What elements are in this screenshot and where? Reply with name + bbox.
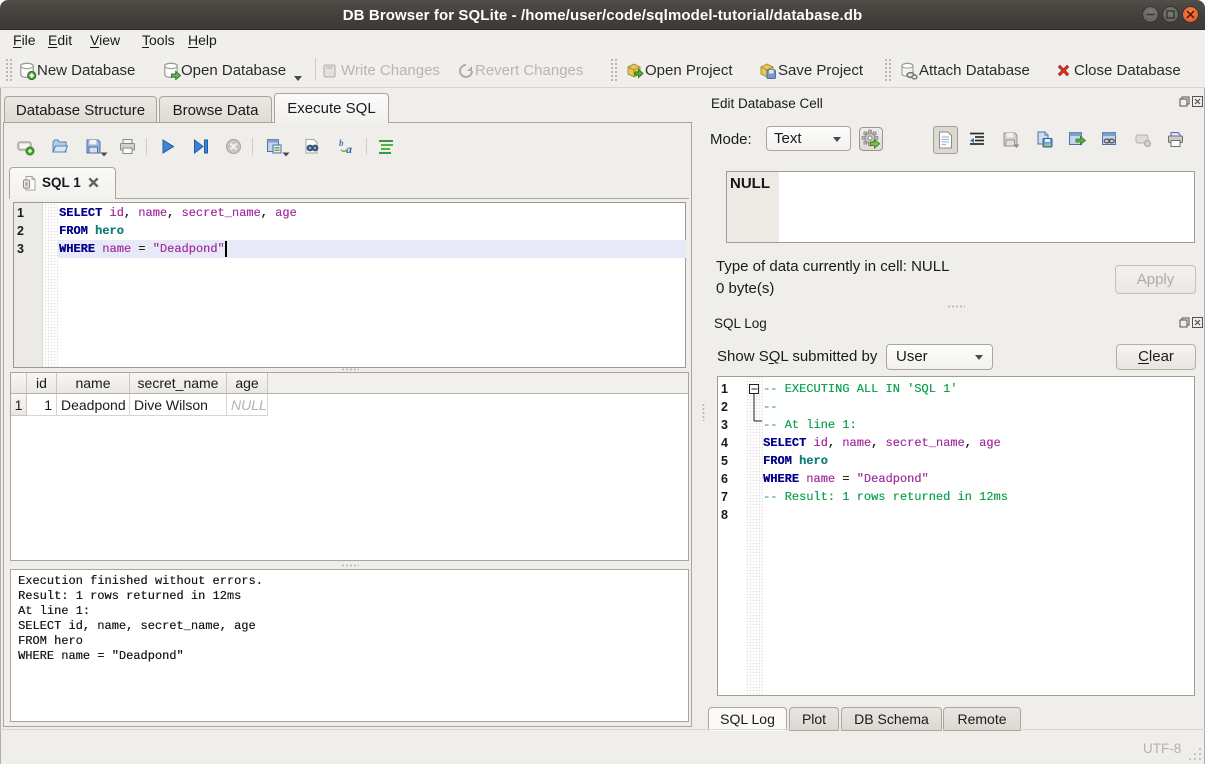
svg-text:a: a xyxy=(346,142,352,155)
svg-text:b: b xyxy=(339,138,344,148)
